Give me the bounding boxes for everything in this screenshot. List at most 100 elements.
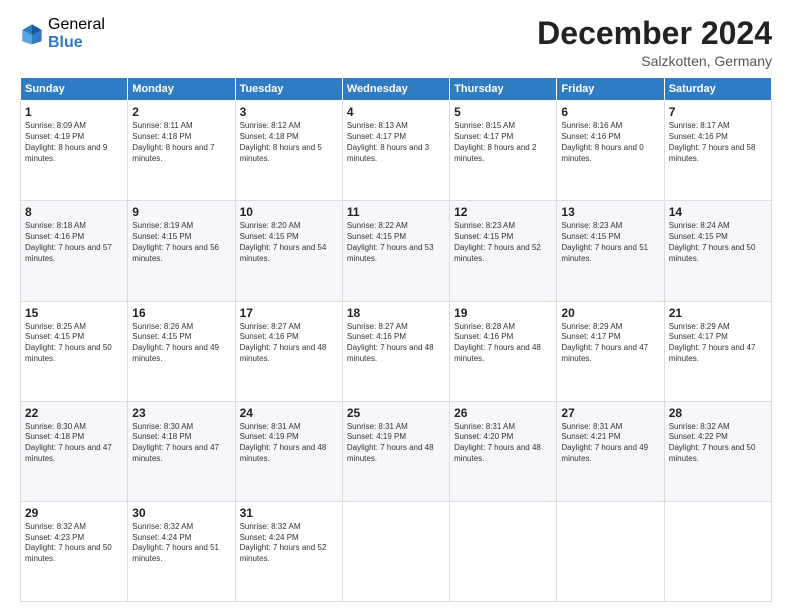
day-info: Sunrise: 8:31 AMSunset: 4:19 PMDaylight:… [240,422,338,465]
day-number: 17 [240,306,338,320]
day-info: Sunrise: 8:29 AMSunset: 4:17 PMDaylight:… [561,322,659,365]
day-cell: 27 Sunrise: 8:31 AMSunset: 4:21 PMDayligh… [557,401,664,501]
day-number: 2 [132,105,230,119]
day-cell: 3 Sunrise: 8:12 AMSunset: 4:18 PMDaylight… [235,101,342,201]
day-number: 18 [347,306,445,320]
day-number: 19 [454,306,552,320]
weekday-header-saturday: Saturday [664,78,771,101]
day-info: Sunrise: 8:24 AMSunset: 4:15 PMDaylight:… [669,221,767,264]
day-cell: 28Sunrise: 8:32 AMSunset: 4:22 PMDayligh… [664,401,771,501]
header: General Blue December 2024 Salzkotten, G… [20,16,772,69]
day-cell: 21Sunrise: 8:29 AMSunset: 4:17 PMDayligh… [664,301,771,401]
logo: General Blue [20,16,105,51]
day-info: Sunrise: 8:31 AMSunset: 4:19 PMDaylight:… [347,422,445,465]
day-info: Sunrise: 8:27 AMSunset: 4:16 PMDaylight:… [240,322,338,365]
day-info: Sunrise: 8:16 AMSunset: 4:16 PMDaylight:… [561,121,659,164]
day-cell: 24 Sunrise: 8:31 AMSunset: 4:19 PMDayligh… [235,401,342,501]
day-number: 28 [669,406,767,420]
day-info: Sunrise: 8:30 AMSunset: 4:18 PMDaylight:… [132,422,230,465]
day-cell: 30 Sunrise: 8:32 AMSunset: 4:24 PMDayligh… [128,501,235,601]
weekday-header-row: SundayMondayTuesdayWednesdayThursdayFrid… [21,78,772,101]
day-cell: 13Sunrise: 8:23 AMSunset: 4:15 PMDayligh… [557,201,664,301]
page: General Blue December 2024 Salzkotten, G… [0,0,792,612]
logo-text: General Blue [48,16,105,51]
day-number: 13 [561,205,659,219]
day-number: 4 [347,105,445,119]
day-info: Sunrise: 8:30 AMSunset: 4:18 PMDaylight:… [25,422,123,465]
day-info: Sunrise: 8:32 AMSunset: 4:24 PMDaylight:… [240,522,338,565]
day-cell: 4 Sunrise: 8:13 AMSunset: 4:17 PMDaylight… [342,101,449,201]
title-block: December 2024 Salzkotten, Germany [537,16,772,69]
day-number: 8 [25,205,123,219]
day-cell: 7Sunrise: 8:17 AMSunset: 4:16 PMDaylight… [664,101,771,201]
day-cell: 23 Sunrise: 8:30 AMSunset: 4:18 PMDayligh… [128,401,235,501]
weekday-header-sunday: Sunday [21,78,128,101]
week-row-3: 15 Sunrise: 8:25 AMSunset: 4:15 PMDayligh… [21,301,772,401]
weekday-header-wednesday: Wednesday [342,78,449,101]
day-info: Sunrise: 8:25 AMSunset: 4:15 PMDaylight:… [25,322,123,365]
weekday-header-tuesday: Tuesday [235,78,342,101]
day-number: 21 [669,306,767,320]
day-info: Sunrise: 8:22 AMSunset: 4:15 PMDaylight:… [347,221,445,264]
day-info: Sunrise: 8:12 AMSunset: 4:18 PMDaylight:… [240,121,338,164]
day-cell: 14Sunrise: 8:24 AMSunset: 4:15 PMDayligh… [664,201,771,301]
day-info: Sunrise: 8:31 AMSunset: 4:21 PMDaylight:… [561,422,659,465]
day-number: 1 [25,105,123,119]
week-row-2: 8 Sunrise: 8:18 AMSunset: 4:16 PMDaylight… [21,201,772,301]
weekday-header-thursday: Thursday [450,78,557,101]
day-cell: 9 Sunrise: 8:19 AMSunset: 4:15 PMDaylight… [128,201,235,301]
day-cell: 1Sunrise: 8:09 AMSunset: 4:19 PMDaylight… [21,101,128,201]
day-info: Sunrise: 8:17 AMSunset: 4:16 PMDaylight:… [669,121,767,164]
day-number: 6 [561,105,659,119]
day-info: Sunrise: 8:15 AMSunset: 4:17 PMDaylight:… [454,121,552,164]
day-cell: 15 Sunrise: 8:25 AMSunset: 4:15 PMDayligh… [21,301,128,401]
day-cell: 29 Sunrise: 8:32 AMSunset: 4:23 PMDayligh… [21,501,128,601]
day-info: Sunrise: 8:23 AMSunset: 4:15 PMDaylight:… [454,221,552,264]
day-info: Sunrise: 8:26 AMSunset: 4:15 PMDaylight:… [132,322,230,365]
week-row-1: 1Sunrise: 8:09 AMSunset: 4:19 PMDaylight… [21,101,772,201]
day-cell: 6 Sunrise: 8:16 AMSunset: 4:16 PMDaylight… [557,101,664,201]
day-cell [664,501,771,601]
week-row-5: 29 Sunrise: 8:32 AMSunset: 4:23 PMDayligh… [21,501,772,601]
day-cell: 12 Sunrise: 8:23 AMSunset: 4:15 PMDayligh… [450,201,557,301]
day-info: Sunrise: 8:32 AMSunset: 4:24 PMDaylight:… [132,522,230,565]
day-number: 12 [454,205,552,219]
day-number: 15 [25,306,123,320]
day-number: 30 [132,506,230,520]
day-cell: 2Sunrise: 8:11 AMSunset: 4:18 PMDaylight… [128,101,235,201]
day-cell: 5 Sunrise: 8:15 AMSunset: 4:17 PMDaylight… [450,101,557,201]
day-cell: 10 Sunrise: 8:20 AMSunset: 4:15 PMDayligh… [235,201,342,301]
day-number: 25 [347,406,445,420]
day-info: Sunrise: 8:20 AMSunset: 4:15 PMDaylight:… [240,221,338,264]
day-number: 31 [240,506,338,520]
day-cell: 11Sunrise: 8:22 AMSunset: 4:15 PMDayligh… [342,201,449,301]
day-cell [342,501,449,601]
day-number: 24 [240,406,338,420]
day-number: 9 [132,205,230,219]
day-info: Sunrise: 8:32 AMSunset: 4:23 PMDaylight:… [25,522,123,565]
logo-general: General [48,16,105,34]
day-info: Sunrise: 8:19 AMSunset: 4:15 PMDaylight:… [132,221,230,264]
day-cell [450,501,557,601]
month-title: December 2024 [537,16,772,51]
weekday-header-monday: Monday [128,78,235,101]
day-cell: 8 Sunrise: 8:18 AMSunset: 4:16 PMDaylight… [21,201,128,301]
day-info: Sunrise: 8:18 AMSunset: 4:16 PMDaylight:… [25,221,123,264]
day-number: 22 [25,406,123,420]
day-number: 10 [240,205,338,219]
week-row-4: 22 Sunrise: 8:30 AMSunset: 4:18 PMDayligh… [21,401,772,501]
day-number: 29 [25,506,123,520]
day-number: 23 [132,406,230,420]
day-cell: 18Sunrise: 8:27 AMSunset: 4:16 PMDayligh… [342,301,449,401]
day-info: Sunrise: 8:31 AMSunset: 4:20 PMDaylight:… [454,422,552,465]
day-cell [557,501,664,601]
logo-blue: Blue [48,34,105,52]
day-number: 5 [454,105,552,119]
day-number: 27 [561,406,659,420]
day-number: 20 [561,306,659,320]
day-cell: 19 Sunrise: 8:28 AMSunset: 4:16 PMDayligh… [450,301,557,401]
day-info: Sunrise: 8:13 AMSunset: 4:17 PMDaylight:… [347,121,445,164]
day-number: 3 [240,105,338,119]
day-info: Sunrise: 8:28 AMSunset: 4:16 PMDaylight:… [454,322,552,365]
day-number: 16 [132,306,230,320]
